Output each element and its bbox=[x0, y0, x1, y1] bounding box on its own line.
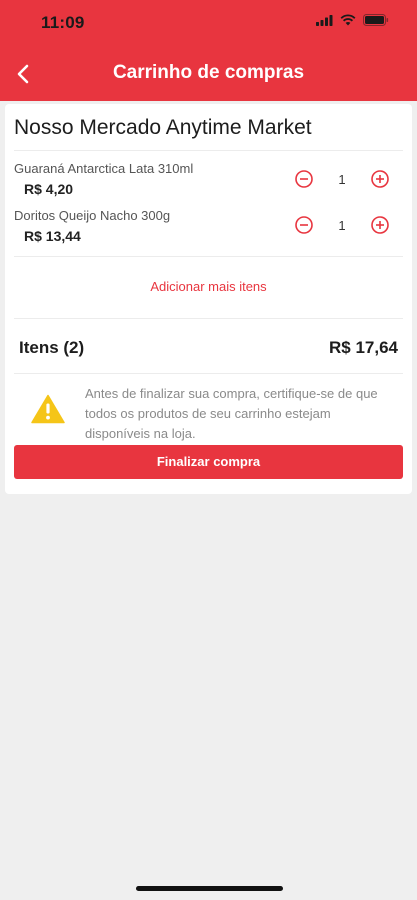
divider bbox=[14, 373, 403, 374]
status-icons bbox=[316, 14, 389, 26]
minus-icon bbox=[295, 216, 313, 234]
item-name: Guaraná Antarctica Lata 310ml bbox=[14, 161, 194, 176]
page-title: Carrinho de compras bbox=[112, 62, 305, 83]
store-name: Nosso Mercado Anytime Market bbox=[14, 116, 312, 139]
cart-card: Nosso Mercado Anytime Market Guaraná Ant… bbox=[5, 104, 412, 494]
plus-icon bbox=[371, 170, 389, 188]
increase-quantity-button[interactable] bbox=[370, 215, 390, 235]
divider bbox=[14, 256, 403, 257]
warning-icon bbox=[31, 394, 65, 424]
wifi-icon bbox=[340, 14, 356, 26]
cart-total: R$ 17,64 bbox=[329, 338, 398, 357]
item-price: R$ 13,44 bbox=[24, 228, 81, 244]
app-header: 11:09 Carrinho de compras bbox=[0, 0, 417, 101]
minus-icon bbox=[295, 170, 313, 188]
item-price: R$ 4,20 bbox=[24, 181, 74, 197]
home-indicator bbox=[136, 886, 283, 891]
quantity-value: 1 bbox=[338, 218, 346, 233]
plus-icon bbox=[371, 216, 389, 234]
add-more-items-link[interactable]: Adicionar mais itens bbox=[5, 279, 412, 294]
divider bbox=[14, 318, 403, 319]
decrease-quantity-button[interactable] bbox=[294, 169, 314, 189]
decrease-quantity-button[interactable] bbox=[294, 215, 314, 235]
warning-message: Antes de finalizar sua compra, certifiqu… bbox=[85, 386, 378, 441]
quantity-value: 1 bbox=[338, 172, 346, 187]
status-time: 11:09 bbox=[41, 13, 85, 32]
item-name: Doritos Queijo Nacho 300g bbox=[14, 208, 171, 223]
battery-icon bbox=[363, 14, 389, 26]
divider bbox=[14, 150, 403, 151]
increase-quantity-button[interactable] bbox=[370, 169, 390, 189]
signal-icon bbox=[316, 14, 333, 26]
finalize-purchase-button[interactable]: Finalizar compra bbox=[14, 445, 403, 479]
items-count-label: Itens (2) bbox=[19, 338, 85, 357]
